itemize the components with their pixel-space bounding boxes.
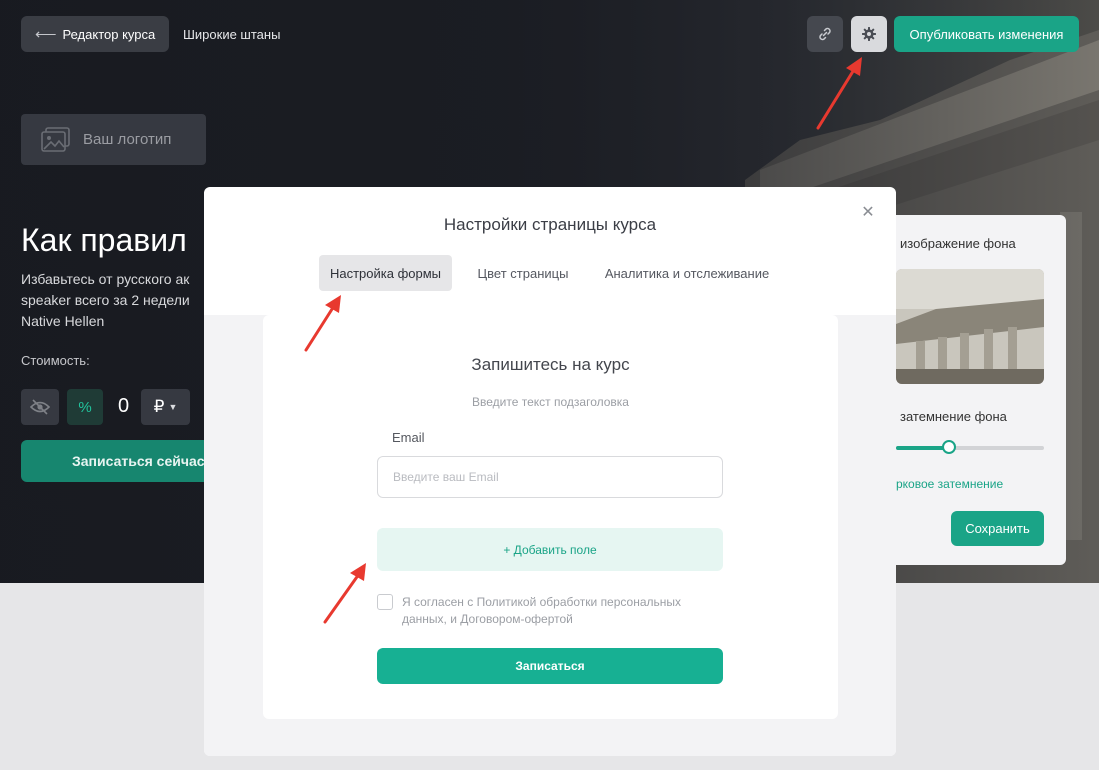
hide-price-toggle[interactable] (21, 389, 59, 425)
consent-checkbox[interactable] (377, 594, 393, 610)
save-background-button[interactable]: Сохранить (951, 511, 1044, 546)
price-value[interactable]: 0 (118, 395, 129, 418)
currency-symbol: ₽ (153, 397, 165, 416)
back-button-label: Редактор курса (62, 26, 156, 42)
tab-page-color[interactable]: Цвет страницы (469, 255, 577, 291)
form-subtitle[interactable]: Введите текст подзаголовка (263, 395, 838, 409)
caret-down-icon: ▼ (168, 402, 178, 412)
email-field[interactable] (377, 456, 723, 498)
email-field-label: Email (392, 430, 425, 445)
currency-select[interactable]: ₽ ▼ (141, 389, 190, 425)
course-page-settings-modal: Настройки страницы курса ✕ Настройка фор… (204, 187, 896, 756)
copy-link-button[interactable] (807, 16, 843, 52)
course-description[interactable]: Избавьтесь от русского ак speaker всего … (21, 269, 221, 332)
gear-icon (862, 27, 876, 41)
modal-title: Настройки страницы курса (443, 215, 657, 234)
close-icon[interactable]: ✕ (859, 204, 877, 222)
temple-thumbnail-image (896, 269, 1044, 384)
background-dimming-label: затемнение фона (900, 409, 1007, 424)
consent-text: Я согласен с Политикой обработки персона… (402, 595, 682, 626)
signup-form-card: Запишитесь на курс Введите текст подзаго… (263, 315, 838, 719)
background-settings-panel: изображение фона затемнение фона рковое … (876, 215, 1066, 565)
course-title[interactable]: Как правил (21, 222, 187, 259)
dimming-slider[interactable] (896, 440, 1044, 454)
gradient-dimming-link[interactable]: рковое затемнение (896, 477, 1003, 491)
settings-tabs: Настройка формы Цвет страницы Аналитика … (204, 255, 896, 291)
tab-form-settings[interactable]: Настройка формы (319, 255, 452, 291)
form-title[interactable]: Запишитесь на курс (263, 355, 838, 375)
background-image-label: изображение фона (900, 236, 1016, 251)
dimming-slider-handle[interactable] (942, 440, 957, 454)
logo-placeholder[interactable]: Ваш логотип (21, 114, 206, 165)
discount-button[interactable]: % (67, 389, 103, 425)
add-field-button[interactable]: + Добавить поле (377, 528, 723, 571)
link-icon (819, 27, 831, 41)
course-name: Широкие штаны (183, 27, 281, 42)
submit-signup-button[interactable]: Записаться (377, 648, 723, 684)
logo-label: Ваш логотип (83, 131, 172, 148)
tab-analytics[interactable]: Аналитика и отслеживание (596, 255, 778, 291)
price-label: Стоимость: (21, 353, 90, 368)
back-to-editor-button[interactable]: ⟵ Редактор курса (21, 16, 170, 52)
background-image-thumbnail[interactable] (896, 269, 1044, 384)
eye-off-icon (30, 399, 50, 415)
dimming-slider-fill (896, 446, 950, 450)
publish-changes-button[interactable]: Опубликовать изменения (894, 16, 1079, 52)
form-preview-area: Запишитесь на курс Введите текст подзаго… (204, 315, 896, 756)
image-icon (41, 126, 70, 152)
settings-button[interactable] (851, 16, 887, 52)
arrow-left-icon: ⟵ (35, 26, 57, 43)
